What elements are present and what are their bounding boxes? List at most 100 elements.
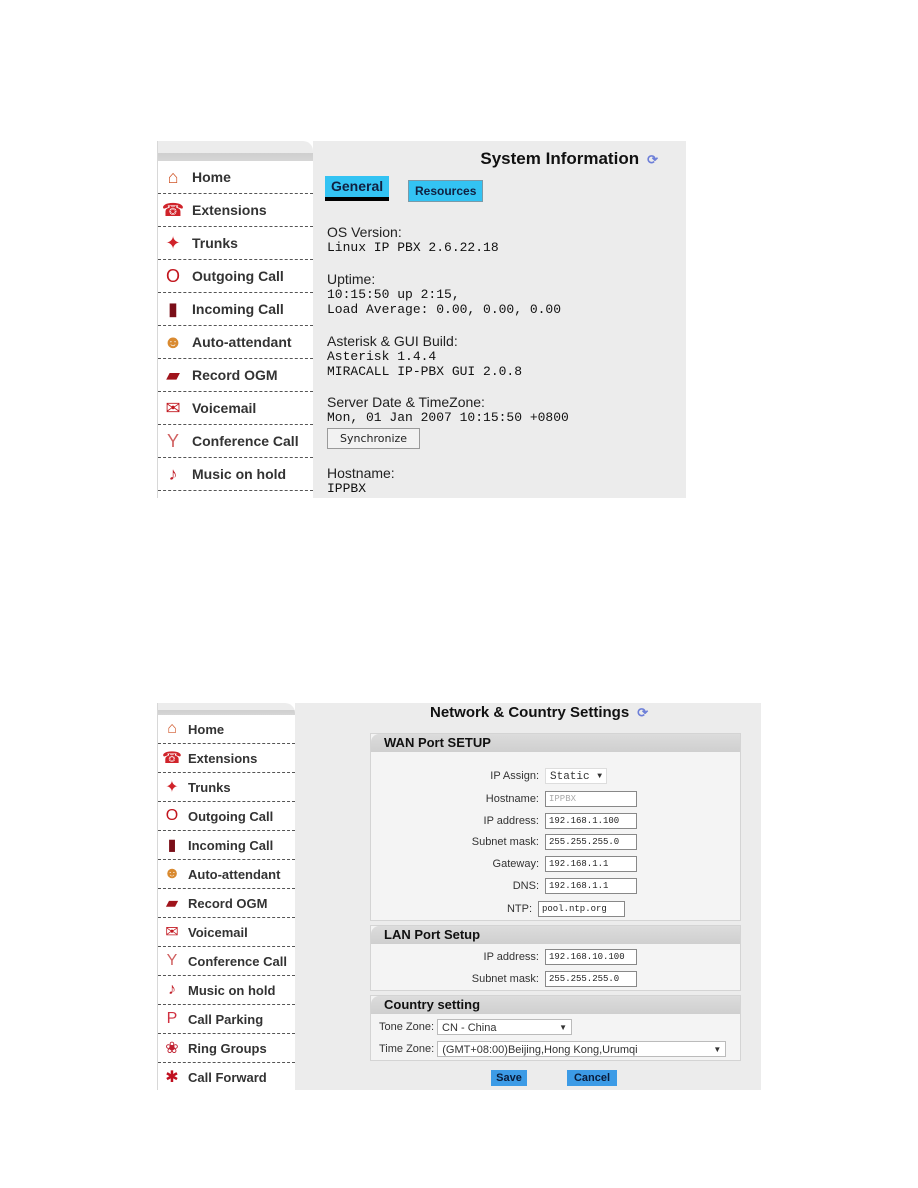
tab-general[interactable]: General	[325, 176, 390, 201]
uptime-section: Uptime: 10:15:50 up 2:15, Load Average: …	[327, 271, 561, 317]
auto-attendant-users-icon: ☻	[163, 331, 183, 352]
wan-ip-field[interactable]: 192.168.1.100	[545, 813, 637, 829]
sidebar-item-label: Home	[188, 721, 225, 737]
hostname-value: IPPBX	[327, 481, 367, 496]
ntp-label: NTP:	[506, 903, 532, 915]
lan-mask-label: Subnet mask:	[471, 973, 539, 985]
conference-call-icon: Y	[166, 952, 178, 969]
sidebar-item-record-ogm[interactable]: ▰ Record OGM	[158, 889, 295, 918]
sidebar-item-label: Record OGM	[192, 367, 278, 383]
main-panel: System Information ⟳ General Resources OS…	[313, 141, 686, 498]
sidebar-item-label: Trunks	[192, 235, 238, 251]
save-button[interactable]: Save	[491, 1070, 527, 1086]
tone-zone-label: Tone Zone:	[379, 1021, 435, 1033]
sidebar-item-label: Outgoing Call	[188, 808, 274, 824]
sidebar-item-voicemail[interactable]: ✉ Voicemail	[158, 392, 313, 425]
wan-mask-row: Subnet mask: 255.255.255.0	[371, 834, 637, 850]
outgoing-call-icon: O	[165, 807, 179, 824]
sidebar-item-label: Music on hold	[188, 982, 276, 998]
page-title-text: Network & Country Settings	[430, 704, 630, 721]
hostname-field[interactable]: IPPBX	[545, 791, 637, 807]
sidebar-item-auto-attendant[interactable]: ☻ Auto-attendant	[158, 326, 313, 359]
auto-attendant-users-icon: ☻	[163, 865, 181, 882]
system-information-screen: ⌂ Home ☎ Extensions ✦ Trunks O Outgoing Call ▮ In…	[157, 141, 686, 498]
refresh-icon[interactable]: ⟳	[637, 705, 648, 720]
tone-zone-value: CN - China	[442, 1022, 497, 1034]
sidebar-item-incoming-call[interactable]: ▮ Incoming Call	[158, 831, 295, 860]
main-panel: Network & Country Settings ⟳ WAN Port SET…	[295, 703, 761, 1090]
gateway-field[interactable]: 192.168.1.1	[545, 856, 637, 872]
music-on-hold-icon: ♪	[168, 463, 178, 484]
ip-assign-value: Static	[550, 771, 590, 783]
lan-ip-row: IP address: 192.168.10.100	[371, 949, 637, 965]
sidebar-item-trunks[interactable]: ✦ Trunks	[158, 773, 295, 802]
sidebar-item-extensions[interactable]: ☎ Extensions	[158, 744, 295, 773]
chevron-down-icon: ▼	[597, 772, 602, 781]
sidebar-item-ring-groups[interactable]: ❀ Ring Groups	[158, 1034, 295, 1063]
gateway-label: Gateway:	[492, 858, 539, 870]
sidebar-item-label: Auto-attendant	[188, 866, 281, 882]
page-title-text: System Information	[480, 149, 640, 168]
wan-mask-field[interactable]: 255.255.255.0	[545, 834, 637, 850]
time-zone-value: (GMT+08:00)Beijing,Hong Kong,Urumqi	[442, 1044, 638, 1056]
outgoing-call-icon: O	[165, 265, 180, 286]
tone-zone-row: Tone Zone: CN - China ▼	[379, 1019, 573, 1035]
lan-mask-field[interactable]: 255.255.255.0	[545, 971, 637, 987]
hostname-row: Hostname: IPPBX	[371, 791, 637, 807]
time-zone-select[interactable]: (GMT+08:00)Beijing,Hong Kong,Urumqi ▼	[437, 1041, 727, 1057]
server-date-section: Server Date & TimeZone: Mon, 01 Jan 2007…	[327, 394, 569, 449]
call-parking-icon: P	[166, 1010, 178, 1027]
sidebar-item-trunks[interactable]: ✦ Trunks	[158, 227, 313, 260]
sidebar-item-label: Incoming Call	[188, 837, 274, 853]
uptime-label: Uptime:	[327, 271, 376, 287]
home-icon: ⌂	[167, 166, 179, 187]
sidebar-item-auto-attendant[interactable]: ☻ Auto-attendant	[158, 860, 295, 889]
home-icon: ⌂	[167, 720, 177, 737]
wan-port-panel: WAN Port SETUP IP Assign: Static ▼ Hostna…	[370, 733, 741, 921]
cancel-button[interactable]: Cancel	[567, 1070, 617, 1086]
lan-ip-field[interactable]: 192.168.10.100	[545, 949, 637, 965]
ip-assign-select[interactable]: Static ▼	[545, 768, 607, 784]
time-zone-label: Time Zone:	[379, 1043, 435, 1055]
sidebar-item-incoming-call[interactable]: ▮ Incoming Call	[158, 293, 313, 326]
sidebar-item-call-parking[interactable]: P Call Parking	[158, 1005, 295, 1034]
synchronize-button[interactable]: Synchronize	[327, 428, 421, 449]
hostname-section: Hostname: IPPBX	[327, 465, 395, 496]
record-ogm-book-icon: ▰	[166, 364, 180, 385]
sidebar-list: ⌂ Home ☎ Extensions ✦ Trunks O Outgoing Call ▮ In…	[158, 715, 295, 1090]
sidebar-item-home[interactable]: ⌂ Home	[158, 161, 313, 194]
sidebar-item-call-forward[interactable]: ✱ Call Forward	[158, 1063, 295, 1090]
os-version-section: OS Version: Linux IP PBX 2.6.22.18	[327, 224, 499, 255]
page-title: Network & Country Settings ⟳	[430, 704, 648, 721]
asterisk-version-value: Asterisk 1.4.4	[327, 349, 437, 364]
dns-row: DNS: 192.168.1.1	[371, 878, 637, 894]
tone-zone-select[interactable]: CN - China ▼	[437, 1019, 573, 1035]
sidebar-item-extensions[interactable]: ☎ Extensions	[158, 194, 313, 227]
sidebar-list: ⌂ Home ☎ Extensions ✦ Trunks O Outgoing Call ▮ In…	[158, 161, 313, 491]
sidebar-item-music-on-hold[interactable]: ♪ Music on hold	[158, 458, 313, 491]
lan-ip-label: IP address:	[483, 951, 539, 963]
build-label: Asterisk & GUI Build:	[327, 333, 458, 349]
dns-field[interactable]: 192.168.1.1	[545, 878, 637, 894]
sidebar-item-outgoing-call[interactable]: O Outgoing Call	[158, 802, 295, 831]
ip-assign-label: IP Assign:	[490, 770, 539, 782]
ip-assign-row: IP Assign: Static ▼	[371, 768, 607, 784]
sidebar-item-record-ogm[interactable]: ▰ Record OGM	[158, 359, 313, 392]
tab-resources[interactable]: Resources	[408, 180, 484, 202]
ntp-field[interactable]: pool.ntp.org	[538, 901, 625, 917]
sidebar-header	[158, 141, 313, 161]
sidebar-item-music-on-hold[interactable]: ♪ Music on hold	[158, 976, 295, 1005]
sidebar-item-voicemail[interactable]: ✉ Voicemail	[158, 918, 295, 947]
wan-mask-label: Subnet mask:	[471, 836, 539, 848]
incoming-call-icon: ▮	[167, 837, 177, 854]
call-forward-icon: ✱	[165, 1069, 179, 1086]
sidebar-item-label: Call Forward	[188, 1069, 267, 1085]
refresh-icon[interactable]: ⟳	[647, 152, 658, 167]
sidebar-item-home[interactable]: ⌂ Home	[158, 715, 295, 744]
sidebar-item-label: Extensions	[192, 202, 267, 218]
sidebar-item-conference-call[interactable]: Y Conference Call	[158, 425, 313, 458]
music-on-hold-icon: ♪	[168, 981, 176, 998]
sidebar-item-outgoing-call[interactable]: O Outgoing Call	[158, 260, 313, 293]
ring-groups-icon: ❀	[165, 1040, 179, 1057]
sidebar-item-conference-call[interactable]: Y Conference Call	[158, 947, 295, 976]
